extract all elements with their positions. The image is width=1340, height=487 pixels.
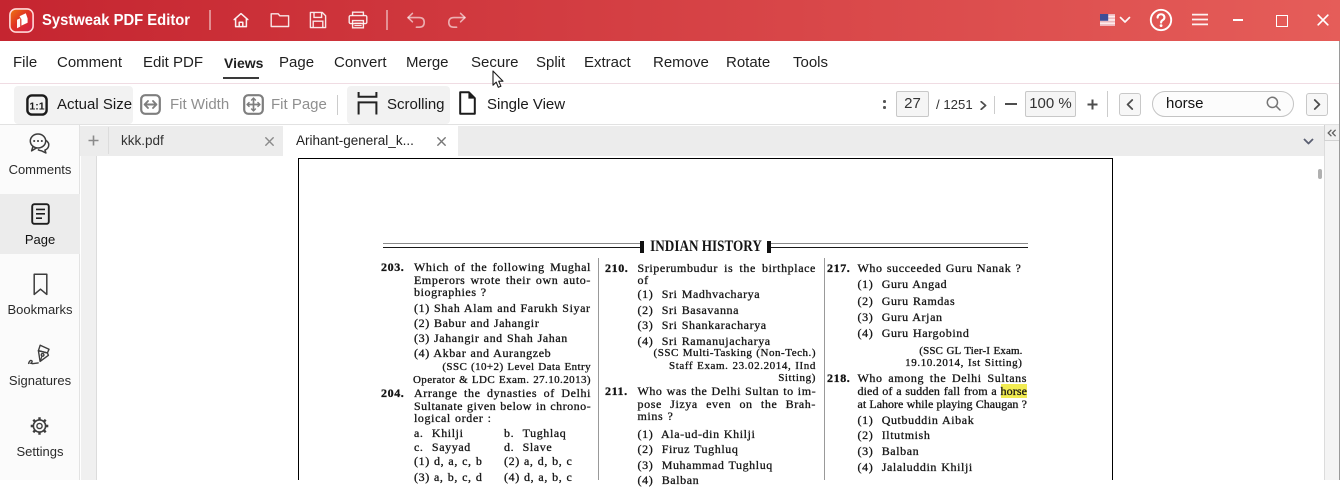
svg-text:1:1: 1:1	[29, 100, 44, 112]
